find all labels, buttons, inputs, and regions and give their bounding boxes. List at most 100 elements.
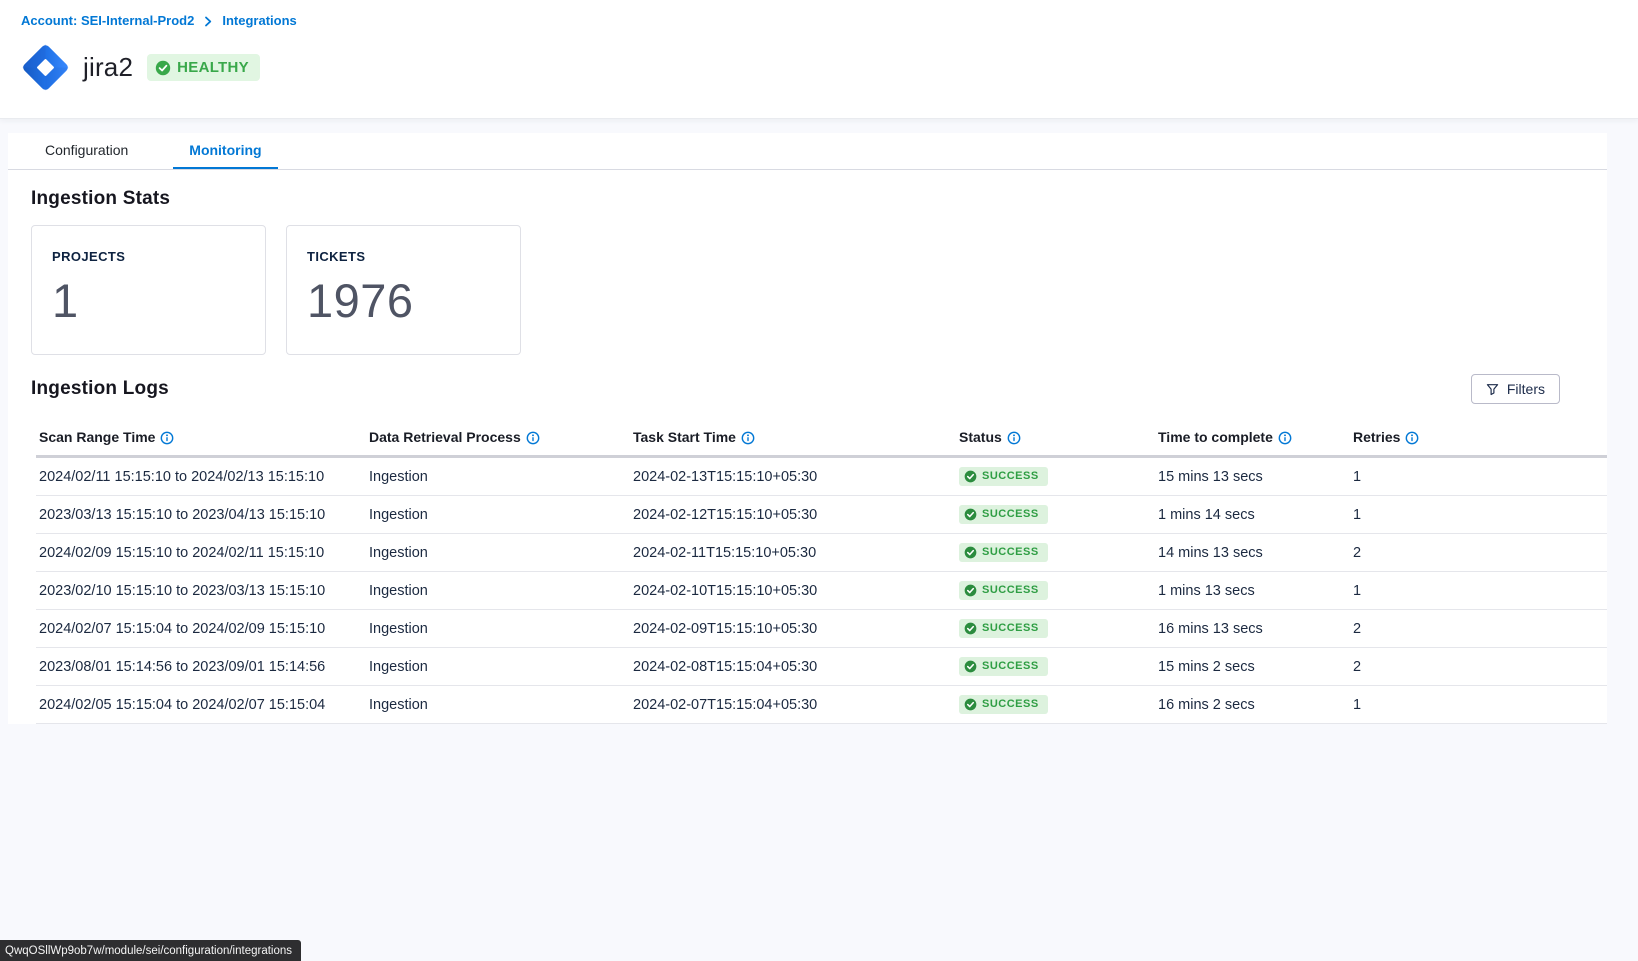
table-row[interactable]: 2024/02/09 15:15:10 to 2024/02/11 15:15:… (36, 534, 1607, 572)
status-badge: SUCCESS (959, 695, 1048, 714)
projects-stat-card: PROJECTS 1 (31, 225, 266, 355)
retries-cell: 2 (1350, 610, 1607, 648)
retries-cell: 1 (1350, 572, 1607, 610)
process-cell: Ingestion (366, 572, 630, 610)
link-preview-statusbar: QwqOSllWp9ob7w/module/sei/configuration/… (0, 940, 301, 961)
task-start-cell: 2024-02-09T15:15:10+05:30 (630, 610, 956, 648)
check-circle-icon (964, 508, 977, 521)
retries-cell: 1 (1350, 457, 1607, 496)
task-start-cell: 2024-02-12T15:15:10+05:30 (630, 496, 956, 534)
retries-cell: 1 (1350, 496, 1607, 534)
info-icon[interactable] (1007, 431, 1021, 445)
status-cell: SUCCESS (956, 648, 1155, 686)
filters-button-label: Filters (1507, 381, 1545, 397)
process-cell: Ingestion (366, 457, 630, 496)
time-to-complete-cell: 15 mins 2 secs (1155, 648, 1350, 686)
health-badge-label: HEALTHY (177, 59, 249, 76)
check-circle-icon (964, 546, 977, 559)
process-cell: Ingestion (366, 610, 630, 648)
status-cell: SUCCESS (956, 610, 1155, 648)
table-row[interactable]: 2023/08/01 15:14:56 to 2023/09/01 15:14:… (36, 648, 1607, 686)
ingestion-logs-table-body: 2024/02/11 15:15:10 to 2024/02/13 15:15:… (36, 457, 1607, 724)
check-circle-icon (155, 60, 171, 76)
retries-cell: 2 (1350, 648, 1607, 686)
check-circle-icon (964, 470, 977, 483)
info-icon[interactable] (160, 431, 174, 445)
chevron-right-icon (203, 16, 213, 27)
breadcrumb-integrations-link[interactable]: Integrations (222, 13, 296, 28)
table-row[interactable]: 2023/03/13 15:15:10 to 2023/04/13 15:15:… (36, 496, 1607, 534)
status-cell: SUCCESS (956, 686, 1155, 724)
jira-logo-icon (18, 40, 73, 95)
process-cell: Ingestion (366, 686, 630, 724)
status-badge: SUCCESS (959, 467, 1048, 486)
page-header: Account: SEI-Internal-Prod2 Integrations (0, 0, 1638, 119)
info-icon[interactable] (1405, 431, 1419, 445)
status-badge: SUCCESS (959, 619, 1048, 638)
column-header-data-retrieval-process: Data Retrieval Process (366, 419, 630, 457)
info-icon[interactable] (741, 431, 755, 445)
breadcrumb: Account: SEI-Internal-Prod2 Integrations (21, 13, 297, 28)
scan-range-cell: 2024/02/05 15:15:04 to 2024/02/07 15:15:… (36, 686, 366, 724)
tab-configuration[interactable]: Configuration (37, 133, 136, 169)
column-header-scan-range-time: Scan Range Time (36, 419, 366, 457)
column-header-time-to-complete: Time to complete (1155, 419, 1350, 457)
process-cell: Ingestion (366, 534, 630, 572)
ingestion-stats-cards: PROJECTS 1 TICKETS 1976 (31, 225, 1607, 355)
retries-cell: 2 (1350, 534, 1607, 572)
scan-range-cell: 2024/02/07 15:15:04 to 2024/02/09 15:15:… (36, 610, 366, 648)
check-circle-icon (964, 622, 977, 635)
health-status-badge: HEALTHY (147, 54, 260, 81)
check-circle-icon (964, 584, 977, 597)
time-to-complete-cell: 1 mins 14 secs (1155, 496, 1350, 534)
time-to-complete-cell: 16 mins 2 secs (1155, 686, 1350, 724)
status-badge: SUCCESS (959, 581, 1048, 600)
status-badge: SUCCESS (959, 543, 1048, 562)
tickets-stat-label: TICKETS (307, 249, 500, 264)
task-start-cell: 2024-02-13T15:15:10+05:30 (630, 457, 956, 496)
tab-bar: Configuration Monitoring (8, 133, 1607, 170)
check-circle-icon (964, 698, 977, 711)
monitoring-panel: Configuration Monitoring Ingestion Stats… (8, 133, 1607, 724)
table-row[interactable]: 2024/02/11 15:15:10 to 2024/02/13 15:15:… (36, 457, 1607, 496)
filter-funnel-icon (1486, 383, 1499, 396)
scan-range-cell: 2024/02/11 15:15:10 to 2024/02/13 15:15:… (36, 457, 366, 496)
table-row[interactable]: 2024/02/07 15:15:04 to 2024/02/09 15:15:… (36, 610, 1607, 648)
retries-cell: 1 (1350, 686, 1607, 724)
status-badge: SUCCESS (959, 505, 1048, 524)
column-header-task-start-time: Task Start Time (630, 419, 956, 457)
scan-range-cell: 2023/02/10 15:15:10 to 2023/03/13 15:15:… (36, 572, 366, 610)
process-cell: Ingestion (366, 496, 630, 534)
ingestion-logs-table: Scan Range Time Data Retrieval Process T… (36, 419, 1607, 724)
info-icon[interactable] (526, 431, 540, 445)
column-header-status: Status (956, 419, 1155, 457)
projects-stat-value: 1 (52, 273, 245, 328)
process-cell: Ingestion (366, 648, 630, 686)
status-cell: SUCCESS (956, 457, 1155, 496)
scan-range-cell: 2024/02/09 15:15:10 to 2024/02/11 15:15:… (36, 534, 366, 572)
tickets-stat-value: 1976 (307, 273, 500, 328)
time-to-complete-cell: 14 mins 13 secs (1155, 534, 1350, 572)
filters-button[interactable]: Filters (1471, 374, 1560, 404)
projects-stat-label: PROJECTS (52, 249, 245, 264)
ingestion-logs-heading: Ingestion Logs (31, 378, 169, 400)
info-icon[interactable] (1278, 431, 1292, 445)
time-to-complete-cell: 1 mins 13 secs (1155, 572, 1350, 610)
status-cell: SUCCESS (956, 534, 1155, 572)
scan-range-cell: 2023/03/13 15:15:10 to 2023/04/13 15:15:… (36, 496, 366, 534)
breadcrumb-account-link[interactable]: Account: SEI-Internal-Prod2 (21, 13, 194, 28)
task-start-cell: 2024-02-10T15:15:10+05:30 (630, 572, 956, 610)
task-start-cell: 2024-02-11T15:15:10+05:30 (630, 534, 956, 572)
table-row[interactable]: 2023/02/10 15:15:10 to 2023/03/13 15:15:… (36, 572, 1607, 610)
tickets-stat-card: TICKETS 1976 (286, 225, 521, 355)
time-to-complete-cell: 15 mins 13 secs (1155, 457, 1350, 496)
task-start-cell: 2024-02-07T15:15:04+05:30 (630, 686, 956, 724)
tab-monitoring[interactable]: Monitoring (173, 133, 277, 169)
table-row[interactable]: 2024/02/05 15:15:04 to 2024/02/07 15:15:… (36, 686, 1607, 724)
status-cell: SUCCESS (956, 572, 1155, 610)
status-badge: SUCCESS (959, 657, 1048, 676)
column-header-retries: Retries (1350, 419, 1607, 457)
ingestion-stats-heading: Ingestion Stats (31, 188, 1607, 210)
integration-title: jira2 (83, 52, 133, 83)
task-start-cell: 2024-02-08T15:15:04+05:30 (630, 648, 956, 686)
